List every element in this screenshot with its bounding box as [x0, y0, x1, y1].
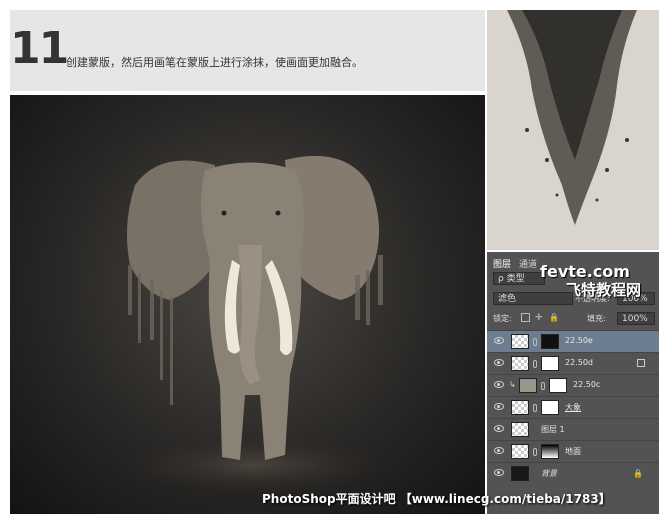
visibility-eye-icon[interactable]: [494, 403, 504, 410]
tab-layers[interactable]: 图层: [493, 257, 511, 270]
mask-thumbnail[interactable]: [541, 444, 559, 459]
layer-row-22-50e[interactable]: 22.50e: [487, 330, 659, 352]
mask-thumbnail[interactable]: [541, 400, 559, 415]
clipping-arrow-icon: ↳: [509, 380, 516, 389]
link-chain-icon: [533, 338, 537, 346]
elephant-photo: [10, 95, 485, 514]
link-chain-icon: [533, 360, 537, 368]
layer-thumbnail: [511, 466, 529, 481]
link-chain-icon: [541, 382, 545, 390]
layer-name[interactable]: 22.50d: [565, 358, 593, 367]
layer-name[interactable]: 地面: [565, 446, 581, 457]
visibility-eye-icon[interactable]: [494, 381, 504, 388]
lock-transparency-icon[interactable]: [521, 313, 530, 322]
step-instruction: 创建蒙版，然后用画笔在蒙版上进行涂抹，使画面更加融合。: [66, 56, 363, 69]
link-chain-icon: [533, 404, 537, 412]
layer-name[interactable]: 图层 1: [541, 424, 565, 435]
layer-thumbnail: [511, 334, 529, 349]
tab-channels[interactable]: 通道: [519, 257, 537, 270]
link-chain-icon: [533, 448, 537, 456]
layer-name[interactable]: 22.50c: [573, 380, 600, 389]
layer-row-22-50c[interactable]: ↳ 22.50c: [487, 374, 659, 396]
layer-row-elephant[interactable]: 大象: [487, 396, 659, 418]
layer-row-background[interactable]: 背景 🔒: [487, 462, 659, 484]
visibility-eye-icon[interactable]: [494, 359, 504, 366]
reference-smoke-image: [487, 10, 659, 250]
smart-object-icon: [637, 359, 645, 367]
visibility-eye-icon[interactable]: [494, 337, 504, 344]
lock-position-icon[interactable]: ✛: [535, 313, 543, 323]
mask-thumbnail[interactable]: [549, 378, 567, 393]
layer-thumbnail: [511, 444, 529, 459]
visibility-eye-icon[interactable]: [494, 425, 504, 432]
layer-row-layer-1[interactable]: 图层 1: [487, 418, 659, 440]
fill-label: 填充:: [587, 314, 606, 323]
layer-thumbnail: [511, 422, 529, 437]
mask-thumbnail[interactable]: [541, 356, 559, 371]
layer-thumbnail: [519, 378, 537, 393]
layer-filter-dropdown[interactable]: ρ 类型: [493, 272, 545, 285]
layer-row-ground[interactable]: 地面: [487, 440, 659, 462]
lock-all-icon[interactable]: 🔒: [549, 313, 559, 322]
layer-thumbnail: [511, 400, 529, 415]
layer-lock-icon: 🔒: [633, 469, 643, 478]
layer-row-22-50d[interactable]: 22.50d: [487, 352, 659, 374]
fill-input[interactable]: 100%: [617, 312, 655, 325]
instruction-strip: [10, 10, 485, 91]
mask-thumbnail[interactable]: [541, 334, 559, 349]
visibility-eye-icon[interactable]: [494, 469, 504, 476]
layer-name[interactable]: 背景: [541, 468, 557, 479]
layer-thumbnail: [511, 356, 529, 371]
blend-mode-dropdown[interactable]: 滤色: [493, 292, 573, 305]
site-watermark-chinese: 飞特教程网: [566, 281, 642, 299]
layer-name[interactable]: 大象: [565, 402, 581, 413]
bottom-watermark: PhotoShop平面设计吧 【www.linecg.com/tieba/178…: [262, 492, 611, 506]
step-number: 11: [10, 23, 69, 74]
visibility-eye-icon[interactable]: [494, 447, 504, 454]
lock-label: 锁定:: [493, 314, 512, 323]
layer-name[interactable]: 22.50e: [565, 336, 593, 345]
